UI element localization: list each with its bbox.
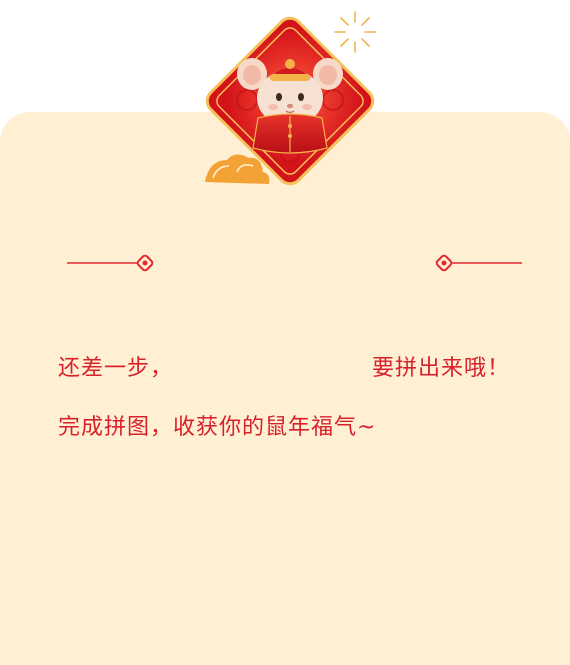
puzzle-result-page: 还差一步， 要拼出来哦！ 完成拼图，收获你的鼠年福气~	[0, 0, 570, 665]
message-line1-suffix: 要拼出来哦！	[372, 356, 511, 381]
divider-left	[67, 254, 154, 272]
message-line2: 完成拼图，收获你的鼠年福气~	[58, 415, 377, 440]
chinese-knot-icon	[435, 254, 453, 272]
divider-right	[435, 254, 522, 272]
chinese-knot-icon	[136, 254, 154, 272]
message-card	[0, 112, 570, 665]
firework-icon	[334, 11, 376, 53]
new-year-rat-badge-icon	[205, 11, 376, 186]
message-line1-prefix: 还差一步，	[58, 356, 174, 381]
